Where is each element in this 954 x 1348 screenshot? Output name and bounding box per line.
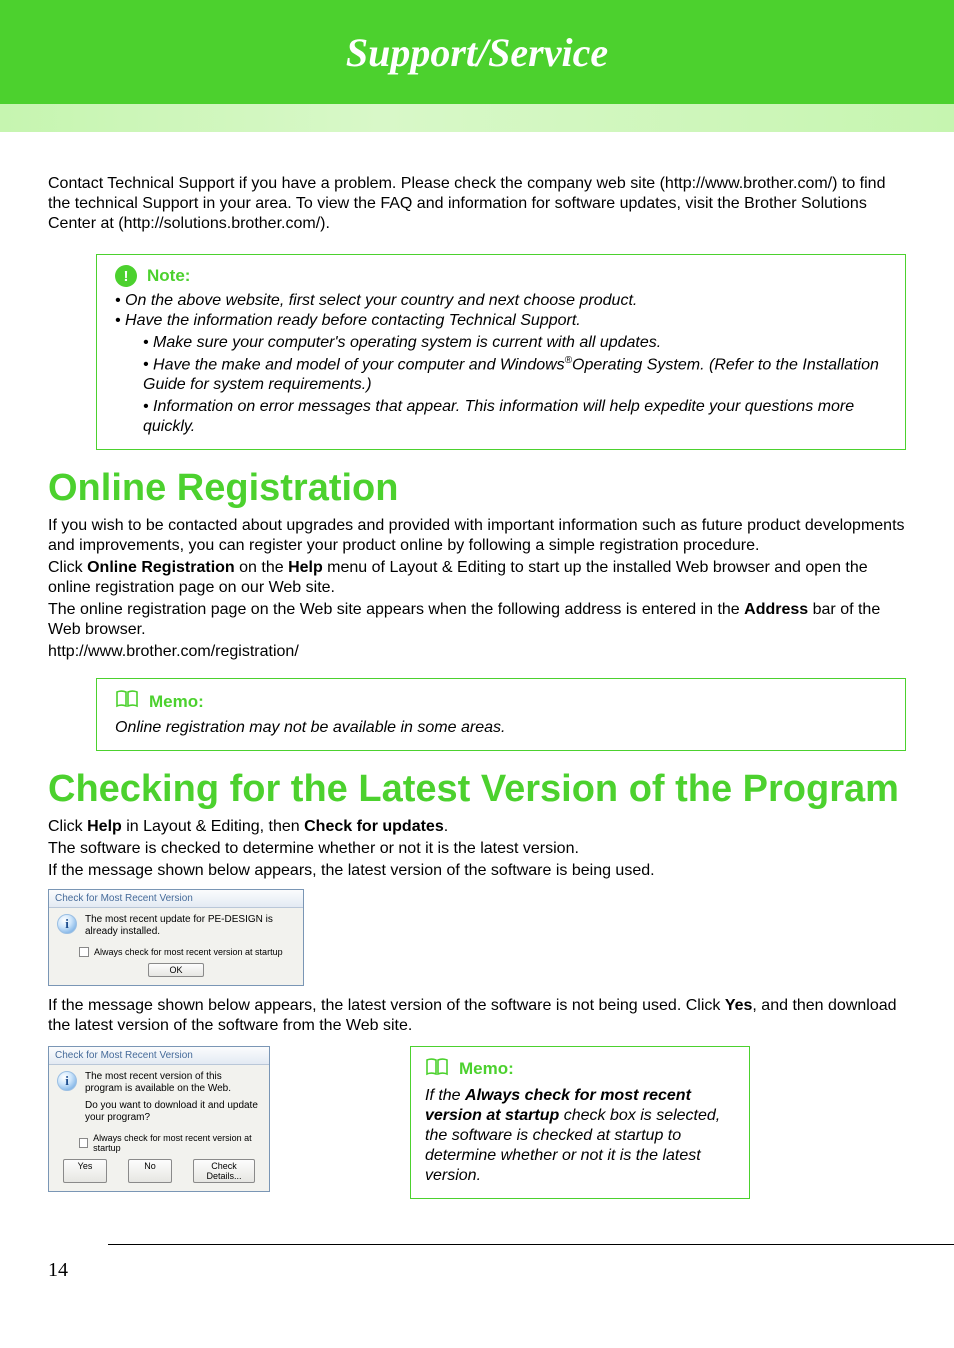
check-paragraph: Click Help in Layout & Editing, then Che…	[48, 817, 906, 837]
text: Click	[48, 559, 87, 576]
dialog-body: i The most recent version of this progra…	[49, 1065, 269, 1191]
yes-button[interactable]: Yes	[63, 1159, 107, 1183]
bold-text: Help	[87, 818, 122, 835]
check-details-button[interactable]: Check Details...	[193, 1159, 255, 1183]
memo-label: Memo:	[459, 1059, 514, 1079]
check-paragraph: If the message shown below appears, the …	[48, 861, 906, 881]
text: Click	[48, 818, 87, 835]
note-box: ! Note: On the above website, first sele…	[96, 254, 906, 450]
header-subbar	[0, 104, 954, 132]
ok-button[interactable]: OK	[148, 963, 204, 977]
dialog-buttons: OK	[57, 963, 295, 977]
checkbox-label: Always check for most recent version at …	[94, 947, 283, 957]
note-item: Have the information ready before contac…	[115, 311, 887, 437]
footer-rule	[108, 1244, 954, 1245]
registered-symbol: ®	[565, 355, 572, 366]
note-label: Note:	[147, 266, 190, 286]
dialog-message: The most recent update for PE-DESIGN is …	[85, 914, 295, 939]
memo-box: Memo: If the Always check for most recen…	[410, 1046, 750, 1199]
page-header: Support/Service	[0, 0, 954, 104]
note-subitem: Information on error messages that appea…	[143, 397, 887, 437]
note-header: ! Note:	[115, 265, 887, 287]
dialog-message: The most recent version of this program …	[85, 1071, 261, 1125]
page-footer: 14	[0, 1219, 954, 1292]
dialog-checkbox-row: Always check for most recent version at …	[79, 1133, 261, 1153]
memo-header: Memo:	[425, 1057, 735, 1082]
text: on the	[235, 559, 288, 576]
no-button[interactable]: No	[128, 1159, 172, 1183]
page-number: 14	[48, 1259, 68, 1282]
dialog-update-available: Check for Most Recent Version i The most…	[48, 1046, 270, 1192]
dialog-buttons: Yes No Check Details...	[57, 1159, 261, 1183]
text: If the	[425, 1087, 465, 1104]
registration-url: http://www.brother.com/registration/	[48, 642, 906, 662]
dialog-message-line: Do you want to download it and update yo…	[85, 1100, 261, 1125]
dialog-message-line: The most recent version of this program …	[85, 1071, 261, 1096]
memo-box: Memo: Online registration may not be ava…	[96, 678, 906, 751]
page-content: Contact Technical Support if you have a …	[0, 132, 954, 1219]
note-list: On the above website, first select your …	[115, 291, 887, 437]
alert-icon: !	[115, 265, 137, 287]
bold-text: Check for updates	[304, 818, 444, 835]
dialog-title: Check for Most Recent Version	[49, 890, 303, 908]
note-subitem: Have the make and model of your computer…	[143, 355, 887, 395]
reg-paragraph: The online registration page on the Web …	[48, 600, 906, 640]
two-column-row: Check for Most Recent Version i The most…	[48, 1046, 906, 1199]
book-icon	[115, 689, 139, 714]
note-subitem-text: Have the make and model of your computer…	[153, 356, 565, 373]
check-paragraph: The software is checked to determine whe…	[48, 839, 906, 859]
text: .	[444, 818, 448, 835]
checkbox-label: Always check for most recent version at …	[93, 1133, 261, 1153]
bold-text: Address	[744, 601, 808, 618]
note-subitem: Make sure your computer's operating syst…	[143, 333, 887, 353]
note-item-text: Have the information ready before contac…	[125, 312, 581, 329]
section-heading-check-version: Checking for the Latest Version of the P…	[48, 769, 906, 811]
intro-paragraph: Contact Technical Support if you have a …	[48, 174, 906, 234]
bold-text: Online Registration	[87, 559, 235, 576]
check-paragraph: If the message shown below appears, the …	[48, 996, 906, 1036]
info-icon: i	[57, 1071, 77, 1091]
dialog-screenshot: Check for Most Recent Version i The most…	[48, 889, 906, 986]
memo-label: Memo:	[149, 692, 204, 712]
text: in Layout & Editing, then	[122, 818, 304, 835]
dialog-body: i The most recent update for PE-DESIGN i…	[49, 908, 303, 985]
bold-text: Yes	[725, 997, 753, 1014]
memo-text: Online registration may not be available…	[115, 718, 887, 738]
memo-header: Memo:	[115, 689, 887, 714]
memo-text: If the Always check for most recent vers…	[425, 1086, 735, 1186]
info-icon: i	[57, 914, 77, 934]
reg-paragraph: If you wish to be contacted about upgrad…	[48, 516, 906, 556]
checkbox[interactable]	[79, 1138, 88, 1148]
book-icon	[425, 1057, 449, 1082]
section-heading-registration: Online Registration	[48, 468, 906, 510]
text: If the message shown below appears, the …	[48, 997, 725, 1014]
note-sublist: Make sure your computer's operating syst…	[143, 333, 887, 437]
text: The online registration page on the Web …	[48, 601, 744, 618]
checkbox[interactable]	[79, 947, 89, 957]
note-item: On the above website, first select your …	[115, 291, 887, 311]
page-title: Support/Service	[346, 29, 608, 76]
dialog-title: Check for Most Recent Version	[49, 1047, 269, 1065]
dialog-latest-installed: Check for Most Recent Version i The most…	[48, 889, 304, 986]
dialog-checkbox-row: Always check for most recent version at …	[79, 947, 295, 957]
reg-paragraph: Click Online Registration on the Help me…	[48, 558, 906, 598]
bold-text: Help	[288, 559, 323, 576]
